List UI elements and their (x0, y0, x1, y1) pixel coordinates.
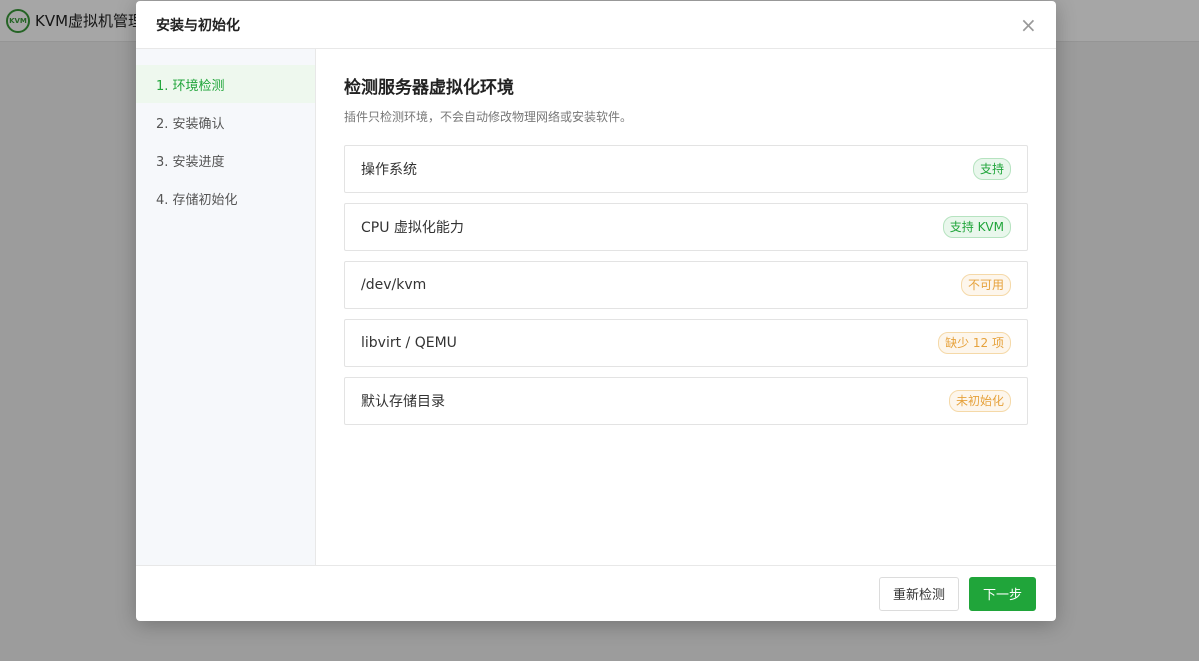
check-row-os: 操作系统 支持 (344, 145, 1028, 193)
check-label: /dev/kvm (361, 277, 427, 293)
check-label: libvirt / QEMU (361, 335, 457, 351)
panel-description: 插件只检测环境，不会自动修改物理网络或安装软件。 (344, 110, 633, 124)
check-row-storage: 默认存储目录 未初始化 (344, 377, 1028, 425)
step-env-check[interactable]: 1. 环境检测 (136, 65, 315, 103)
check-row-dev-kvm: /dev/kvm 不可用 (344, 261, 1028, 309)
steps-sidebar: 1. 环境检测 2. 安装确认 3. 安装进度 4. 存储初始化 (136, 49, 316, 565)
panel-title: 检测服务器虚拟化环境 (344, 78, 514, 98)
status-badge: 缺少 12 项 (938, 332, 1011, 354)
env-check-panel: 检测服务器虚拟化环境 插件只检测环境，不会自动修改物理网络或安装软件。 操作系统… (316, 49, 1056, 565)
install-dialog: 安装与初始化 × 1. 环境检测 2. 安装确认 3. 安装进度 4. 存储初始… (136, 1, 1056, 621)
status-badge: 支持 (972, 158, 1011, 180)
step-label: 1. 环境检测 (156, 78, 225, 94)
check-row-cpu: CPU 虚拟化能力 支持 KVM (344, 203, 1028, 251)
check-label: CPU 虚拟化能力 (361, 220, 464, 236)
next-step-button[interactable]: 下一步 (968, 576, 1036, 611)
step-storage-init[interactable]: 4. 存储初始化 (136, 179, 315, 217)
check-row-libvirt: libvirt / QEMU 缺少 12 项 (344, 319, 1028, 367)
recheck-button[interactable]: 重新检测 (878, 576, 959, 611)
dialog-body: 1. 环境检测 2. 安装确认 3. 安装进度 4. 存储初始化 检测服务器虚拟… (136, 49, 1056, 565)
check-label: 默认存储目录 (361, 394, 445, 410)
dialog-header: 安装与初始化 × (136, 1, 1056, 49)
check-label: 操作系统 (361, 162, 417, 178)
status-badge: 未初始化 (948, 390, 1011, 412)
status-badge: 不可用 (960, 274, 1011, 296)
step-install-confirm[interactable]: 2. 安装确认 (136, 103, 315, 141)
dialog-footer: 重新检测 下一步 (136, 565, 1056, 621)
step-label: 4. 存储初始化 (156, 192, 238, 208)
step-label: 3. 安装进度 (156, 154, 225, 170)
status-badge: 支持 KVM (942, 216, 1011, 238)
step-label: 2. 安装确认 (156, 116, 225, 132)
dialog-title: 安装与初始化 (156, 17, 240, 34)
close-icon[interactable]: × (1020, 15, 1037, 35)
step-install-progress[interactable]: 3. 安装进度 (136, 141, 315, 179)
